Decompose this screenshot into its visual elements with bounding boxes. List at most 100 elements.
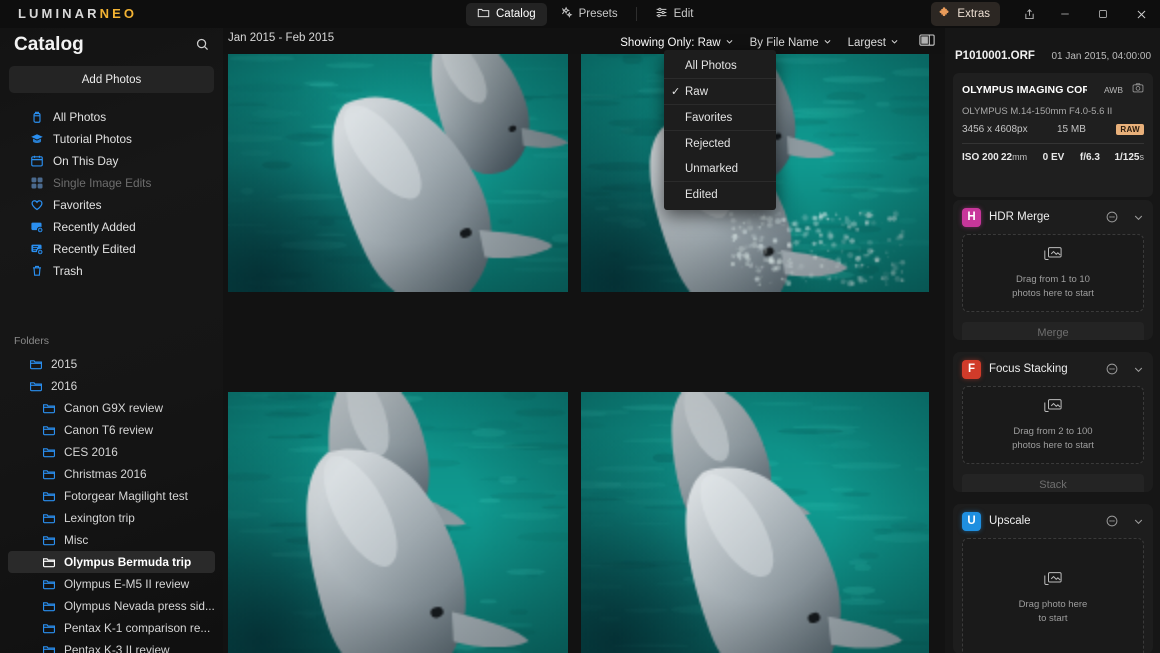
sidebar-item-single-image-edits[interactable]: Single Image Edits	[0, 172, 223, 194]
exif-focal-unit: mm	[1012, 152, 1027, 162]
dropzone-line-2: photos here to start	[1012, 439, 1094, 453]
dropzone-line-1: Drag from 1 to 10	[1012, 273, 1094, 287]
module-hdr-merge: HHDR MergeDrag from 1 to 10photos here t…	[953, 200, 1153, 340]
thumbnail-size-dropdown-button[interactable]: Largest	[840, 35, 907, 51]
module-dropzone[interactable]: Drag photo hereto start	[962, 538, 1144, 653]
share-icon[interactable]	[1012, 0, 1046, 28]
dropzone-line-2: to start	[1019, 612, 1088, 626]
sidebar-item-recently-added[interactable]: Recently Added	[0, 216, 223, 238]
dropdown-item-edited[interactable]: Edited	[664, 182, 776, 207]
sidebar-item-recently-edited[interactable]: Recently Edited	[0, 238, 223, 260]
sidebar-nav-list: All Photos Tutorial Photos On This DaySing…	[0, 106, 223, 282]
exif-row: ISO 200 22mm 0 EV f/6.3 1/125s	[962, 152, 1144, 163]
dropdown-item-label: Unmarked	[685, 163, 738, 175]
folder-label: Christmas 2016	[64, 467, 147, 481]
module-badge-letter: F	[968, 363, 975, 375]
search-icon[interactable]	[195, 37, 210, 57]
sidebar-item-all-photos[interactable]: All Photos	[0, 106, 223, 128]
right-panel: P1010001.ORF 01 Jan 2015, 04:00:00 OLYMP…	[945, 28, 1160, 653]
exif-shutter-value: 1/125	[1114, 152, 1139, 163]
sidebar-item-label: Trash	[53, 264, 83, 278]
dropdown-group: Rejected Unmarked	[664, 130, 776, 181]
module-header: HHDR Merge	[953, 200, 1153, 234]
module-dropzone[interactable]: Drag from 2 to 100photos here to start	[962, 386, 1144, 464]
dolphin-photo-4[interactable]	[581, 392, 929, 653]
extras-button[interactable]: Extras	[931, 2, 1000, 26]
folder-item[interactable]: Lexington trip	[0, 507, 223, 529]
exif-focal: 22mm	[1001, 152, 1043, 163]
chevron-down-icon[interactable]	[1133, 364, 1144, 375]
maximize-icon[interactable]	[1084, 0, 1122, 28]
folder-item[interactable]: Canon G9X review	[0, 397, 223, 419]
dolphin-photo-3[interactable]	[228, 392, 568, 653]
date-range-label: Jan 2015 - Feb 2015	[228, 32, 334, 44]
grid-toolbar: Jan 2015 - Feb 2015 Showing Only: Raw By…	[223, 28, 945, 54]
file-name: P1010001.ORF	[955, 50, 1035, 62]
calendar-icon	[29, 154, 44, 169]
chevron-down-icon	[823, 37, 832, 49]
dropdown-item-all-photos[interactable]: All Photos	[664, 53, 776, 78]
more-icon[interactable]	[1105, 362, 1119, 376]
folder-item[interactable]: Fotorgear Magilight test	[0, 485, 223, 507]
folder-item[interactable]: Pentax K-3 II review	[0, 639, 223, 653]
dolphin-photo-1[interactable]	[228, 54, 568, 292]
dropdown-group: Edited	[664, 181, 776, 207]
add-photos-button[interactable]: Add Photos	[9, 66, 214, 93]
capture-date: 01 Jan 2015, 04:00:00	[1051, 51, 1151, 62]
sort-dropdown-button[interactable]: By File Name	[742, 35, 840, 51]
folder-icon	[42, 533, 56, 547]
folder-item-selected[interactable]: Olympus Bermuda trip	[8, 551, 215, 573]
sidebar-item-on-this-day[interactable]: On This Day	[0, 150, 223, 172]
folder-item[interactable]: Canon T6 review	[0, 419, 223, 441]
dropdown-item-raw[interactable]: ✓Raw	[664, 79, 776, 104]
sidebar-item-trash[interactable]: Trash	[0, 260, 223, 282]
more-icon[interactable]	[1105, 210, 1119, 224]
module-badge: U	[962, 512, 981, 531]
split-view-icon[interactable]	[915, 31, 939, 54]
photos-stack-icon	[1044, 246, 1062, 267]
chevron-down-icon[interactable]	[1133, 212, 1144, 223]
close-icon[interactable]	[1122, 0, 1160, 28]
folders-section-label: Folders	[14, 335, 49, 347]
dropzone-line-1: Drag photo here	[1019, 598, 1088, 612]
dropzone-line-1: Drag from 2 to 100	[1012, 425, 1094, 439]
filter-dropdown-menu: All Photos✓RawFavorites Rejected Unmarked E…	[664, 50, 776, 210]
sliders-icon	[655, 6, 668, 22]
module-focus-stacking: FFocus StackingDrag from 2 to 100photos …	[953, 352, 1153, 492]
more-icon[interactable]	[1105, 514, 1119, 528]
sidebar-item-tutorial-photos[interactable]: Tutorial Photos	[0, 128, 223, 150]
camera-body-icon	[1132, 81, 1144, 99]
sidebar-item-favorites[interactable]: Favorites	[0, 194, 223, 216]
dropdown-item-label: Rejected	[685, 138, 730, 150]
dropdown-item-rejected[interactable]: Rejected	[664, 131, 776, 156]
filter-label: Showing Only: Raw	[620, 37, 720, 49]
folder-item[interactable]: 2016	[0, 375, 223, 397]
folder-item[interactable]: 2015	[0, 353, 223, 375]
folder-item[interactable]: CES 2016	[0, 441, 223, 463]
filter-dropdown-button[interactable]: Showing Only: Raw	[612, 35, 741, 51]
tab-catalog[interactable]: Catalog	[466, 3, 547, 26]
folder-item[interactable]: Christmas 2016	[0, 463, 223, 485]
folder-item[interactable]: Misc	[0, 529, 223, 551]
folder-label: Canon G9X review	[64, 401, 163, 415]
module-action-button[interactable]: Merge	[962, 322, 1144, 340]
dropdown-item-favorites[interactable]: Favorites	[664, 105, 776, 130]
module-dropzone[interactable]: Drag from 1 to 10photos here to start	[962, 234, 1144, 312]
folder-label: Olympus Bermuda trip	[64, 555, 191, 569]
metadata-divider	[962, 143, 1144, 144]
folder-item[interactable]: Olympus E-M5 II review	[0, 573, 223, 595]
minimize-icon[interactable]	[1046, 0, 1084, 28]
module-action-button[interactable]: Stack	[962, 474, 1144, 492]
module-upscale: UUpscaleDrag photo hereto start	[953, 504, 1153, 653]
module-header: UUpscale	[953, 504, 1153, 538]
chevron-down-icon[interactable]	[1133, 516, 1144, 527]
folder-item[interactable]: Pentax K-1 comparison re...	[0, 617, 223, 639]
folder-icon	[29, 379, 43, 393]
tab-presets[interactable]: Presets	[549, 3, 629, 26]
tab-edit[interactable]: Edit	[644, 3, 705, 26]
dropdown-item-unmarked[interactable]: Unmarked	[664, 156, 776, 181]
module-badge: H	[962, 208, 981, 227]
folder-label: Pentax K-3 II review	[64, 643, 170, 653]
sidebar-item-label: Tutorial Photos	[53, 132, 132, 146]
folder-item[interactable]: Olympus Nevada press sid...	[0, 595, 223, 617]
